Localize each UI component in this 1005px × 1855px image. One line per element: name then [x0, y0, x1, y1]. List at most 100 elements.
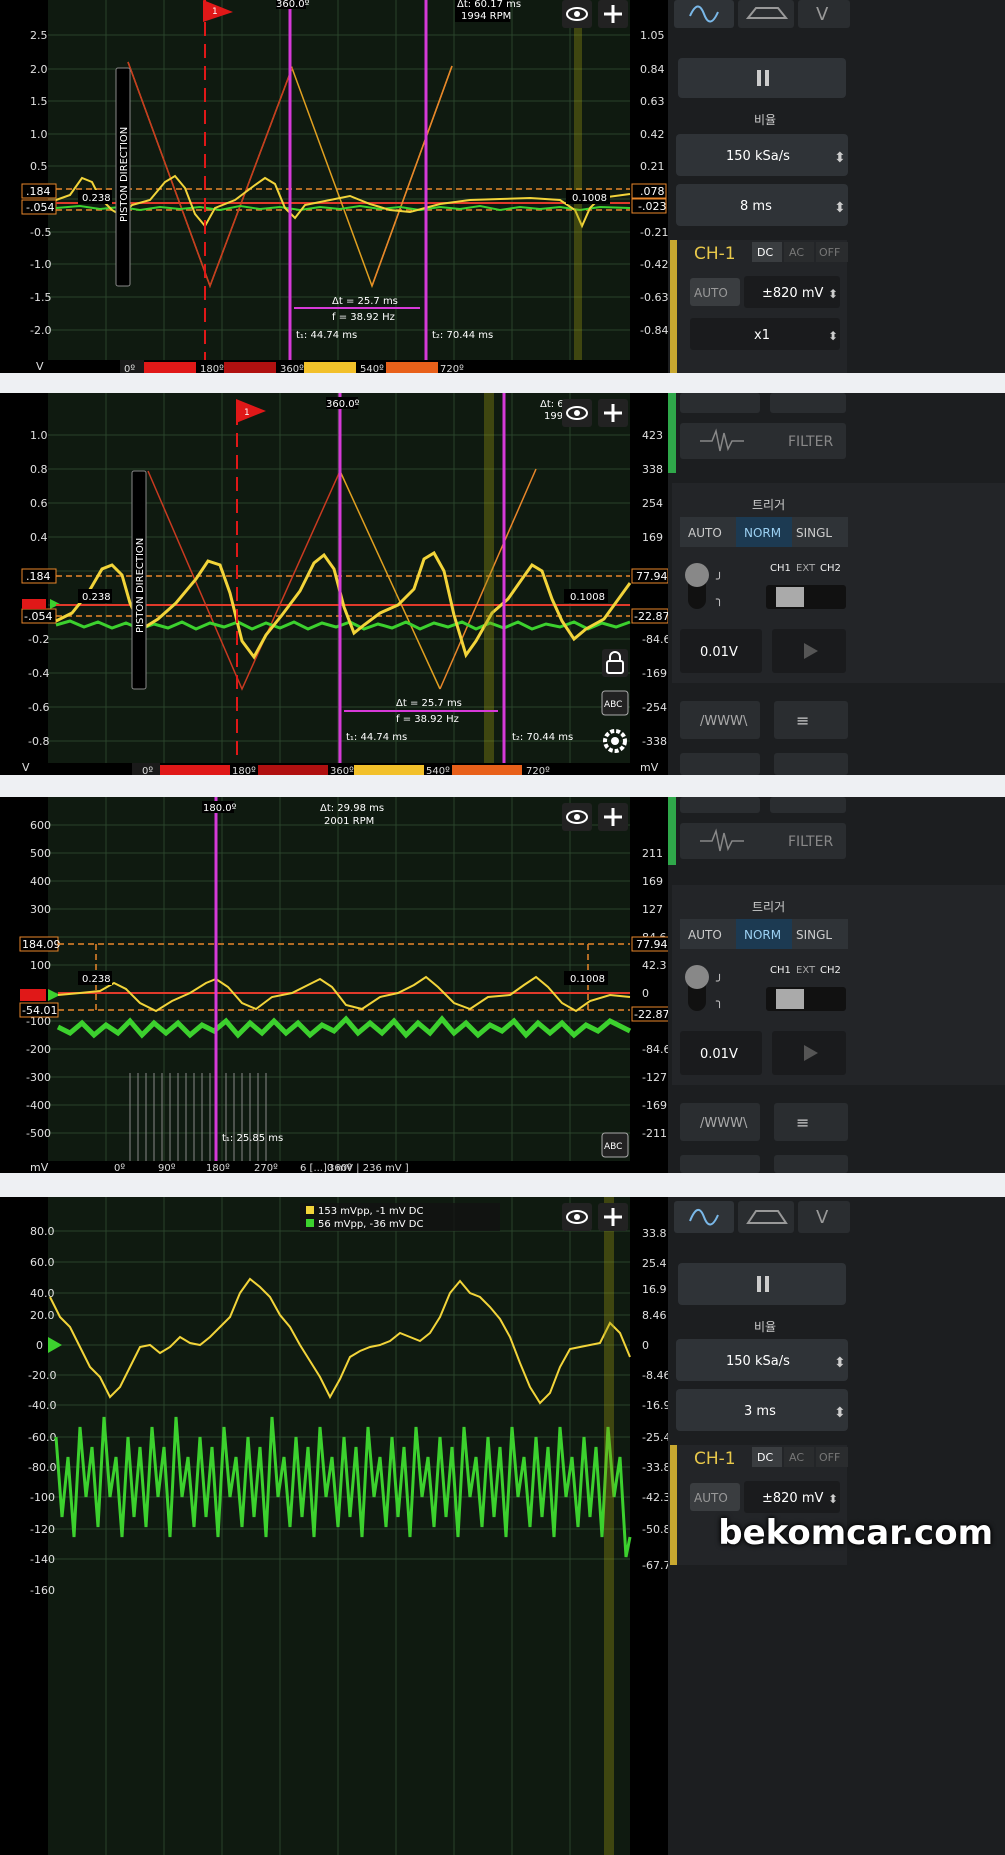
highlight-band	[604, 1197, 614, 1855]
highlight-band	[574, 0, 582, 360]
svg-text:-338: -338	[642, 735, 667, 748]
tick-label: -0.5	[30, 226, 51, 239]
svg-text:ABC: ABC	[604, 1142, 622, 1152]
svg-text:x1: x1	[754, 328, 770, 343]
svg-text:720º: 720º	[526, 766, 550, 775]
svg-text:-300: -300	[26, 1071, 51, 1084]
axis-unit: mV	[30, 1161, 49, 1173]
lock-icon[interactable]	[602, 649, 628, 677]
svg-text:Δt = 25.7 ms: Δt = 25.7 ms	[396, 698, 462, 709]
svg-text:⬍: ⬍	[834, 200, 846, 216]
svg-text:-67.7: -67.7	[642, 1559, 670, 1572]
svg-text:-400: -400	[26, 1099, 51, 1112]
svg-text:AUTO: AUTO	[694, 286, 728, 300]
trigger-label: 트리거	[752, 498, 785, 512]
scope-panel-1: 2.5 2.0 1.5 1.0 0.5 -0.5 -1.0 -1.5 -2.0 …	[0, 0, 1005, 373]
svg-text:OFF: OFF	[819, 1451, 840, 1464]
svg-text:t₁: 44.74 ms: t₁: 44.74 ms	[346, 732, 407, 743]
svg-text:33.8: 33.8	[642, 1227, 667, 1240]
svg-text:-100: -100	[30, 1491, 55, 1504]
svg-text:CH2: CH2	[820, 965, 841, 976]
svg-text:-127: -127	[642, 1071, 667, 1084]
svg-text:V: V	[816, 4, 829, 25]
svg-text:╮: ╮	[715, 592, 723, 606]
car-icon[interactable]	[738, 0, 794, 28]
pause-button[interactable]	[678, 1263, 846, 1305]
svg-text:-169: -169	[642, 667, 667, 680]
svg-text:-42.3: -42.3	[642, 1491, 670, 1504]
trigger-source-switch[interactable]: CH1 EXT CH2	[766, 563, 846, 609]
svg-text:-0.6: -0.6	[28, 701, 49, 714]
rpm-readout: 199	[544, 411, 563, 422]
plot-area[interactable]	[48, 797, 630, 1161]
waveform-tab[interactable]	[674, 0, 734, 28]
svg-text:150 kSa/s: 150 kSa/s	[726, 1354, 790, 1369]
svg-text:500: 500	[30, 847, 51, 860]
svg-text:-22.87: -22.87	[634, 610, 669, 623]
svg-text:-254: -254	[642, 701, 667, 714]
waveform-tab[interactable]	[674, 1201, 734, 1233]
value-right: 0.1008	[572, 193, 607, 204]
svg-text:AUTO: AUTO	[694, 1491, 728, 1505]
eye-icon[interactable]	[562, 1203, 592, 1231]
eye-icon[interactable]	[562, 399, 592, 427]
timebase-select[interactable]: 3 ms ⬍	[676, 1389, 848, 1431]
channel-label: CH-1	[694, 244, 736, 264]
range-auto-button[interactable]: AUTO	[690, 278, 740, 306]
range-auto-button[interactable]: AUTO	[690, 1483, 740, 1511]
scope-panel-4: 153 mVpp, -1 mV DC 56 mVpp, -36 mV DC 80…	[0, 1197, 1005, 1855]
plus-icon[interactable]	[598, 0, 628, 28]
svg-text:-0.8: -0.8	[28, 735, 49, 748]
eye-icon[interactable]	[562, 803, 592, 831]
pause-button[interactable]	[678, 58, 846, 98]
probe-select[interactable]: x1 ⬍	[690, 318, 840, 350]
rate-label: 비율	[754, 1320, 776, 1334]
range-select[interactable]: ±820 mV ⬍	[744, 276, 840, 308]
abc-button[interactable]: ABC	[601, 1132, 629, 1158]
svg-text:360º: 360º	[328, 1163, 352, 1173]
play-button[interactable]	[772, 1031, 846, 1075]
svg-text:77.94: 77.94	[636, 570, 668, 583]
v-tab[interactable]: V	[798, 0, 850, 28]
svg-text:16.9: 16.9	[642, 1283, 667, 1296]
tick-label: -0.84	[640, 324, 668, 337]
right-markers[interactable]: .078 -.023	[631, 183, 667, 214]
t1-label: t₁: 44.74 ms	[296, 330, 357, 341]
filter-button[interactable]: FILTER	[680, 823, 846, 859]
trigger-mode-buttons[interactable]: AUTO NORM SINGL	[680, 919, 848, 949]
svg-text:V: V	[816, 1207, 829, 1228]
coupling-buttons[interactable]: DC AC OFF	[752, 242, 848, 262]
highlight-band	[484, 393, 494, 763]
panel-separator	[0, 775, 1005, 797]
plus-icon[interactable]	[598, 1203, 628, 1231]
legend: 153 mVpp, -1 mV DC 56 mVpp, -36 mV DC	[300, 1203, 500, 1231]
piston-direction-label: PISTON DIRECTION	[119, 127, 130, 222]
rate-label: 비율	[754, 113, 776, 127]
timebase-select[interactable]: 8 ms ⬍	[676, 184, 848, 226]
plus-icon[interactable]	[598, 399, 628, 427]
svg-text:150 kSa/s: 150 kSa/s	[726, 149, 790, 164]
eye-icon[interactable]	[562, 0, 592, 28]
trigger-level-field[interactable]: 0.01V	[680, 1031, 762, 1075]
play-button[interactable]	[772, 629, 846, 673]
svg-text:ABC: ABC	[604, 700, 622, 710]
trigger-level-field[interactable]: 0.01V	[680, 629, 762, 673]
v-tab[interactable]: V	[798, 1201, 850, 1233]
svg-text:DC: DC	[757, 1451, 773, 1464]
svg-text:0: 0	[642, 1339, 649, 1352]
trigger-mode-buttons[interactable]: AUTO NORM SINGL	[680, 517, 848, 547]
filter-button[interactable]: FILTER	[680, 423, 846, 459]
degree-bar: 0º 90º 180º 270º 6 [...]0 mV | 236 mV ] …	[114, 1163, 409, 1173]
sample-rate-select[interactable]: 150 kSa/s ⬍	[676, 134, 848, 176]
svg-text:⬍: ⬍	[834, 1405, 846, 1421]
plus-icon[interactable]	[598, 803, 628, 831]
abc-button[interactable]: ABC	[601, 690, 629, 716]
coupling-buttons[interactable]: DC AC OFF	[752, 1447, 848, 1467]
car-icon[interactable]	[738, 1201, 794, 1233]
sample-rate-select[interactable]: 150 kSa/s ⬍	[676, 1339, 848, 1381]
svg-text:77.94: 77.94	[636, 938, 668, 951]
trigger-source-switch[interactable]: CH1 EXT CH2	[766, 965, 846, 1011]
range-select[interactable]: ±820 mV ⬍	[744, 1481, 840, 1513]
tick-label: 0.84	[640, 63, 665, 76]
svg-text:EXT: EXT	[796, 563, 816, 574]
